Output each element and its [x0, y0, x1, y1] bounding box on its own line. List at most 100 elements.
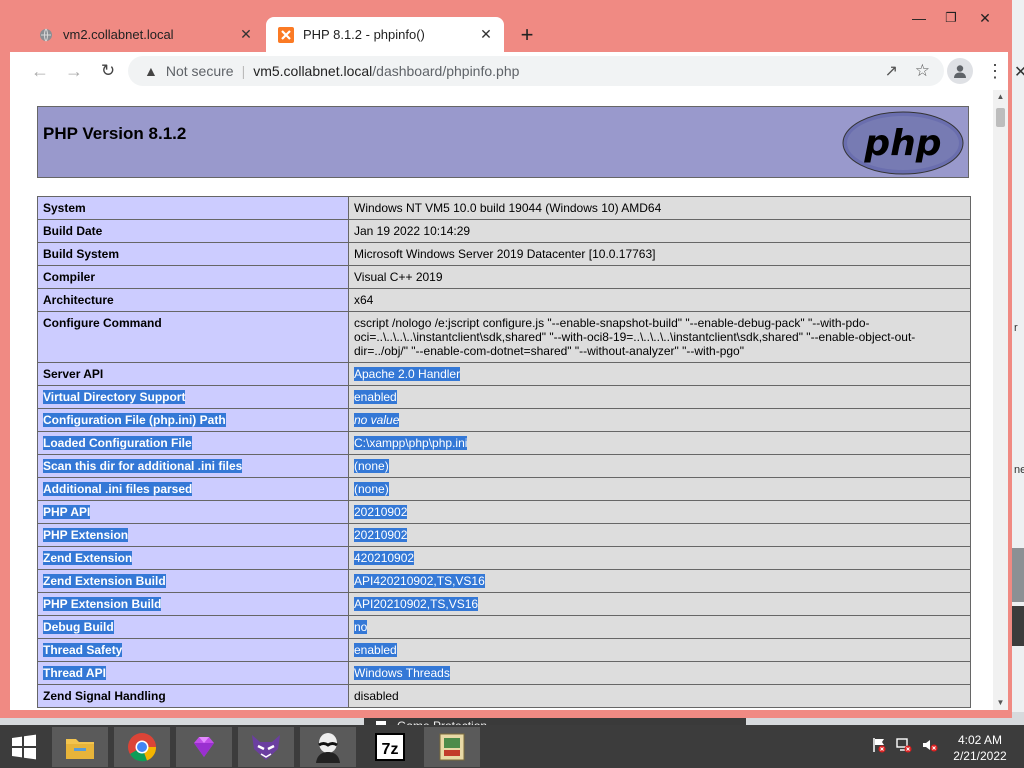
security-label[interactable]: Not secure [166, 63, 234, 79]
table-row: Configure Command cscript /nologo /e:jscr… [37, 311, 971, 363]
row-key-cell: Compiler [37, 265, 349, 289]
table-row: Zend Extension Build API420210902,TS,VS16 [37, 569, 971, 593]
taskbar: 7z 4:02 AM 2/21/2022 [0, 725, 1024, 768]
row-key-cell: Zend Extension Build [37, 569, 349, 593]
row-value-cell: disabled [348, 684, 971, 708]
scrollbar-thumb[interactable] [996, 108, 1005, 127]
minimize-icon[interactable]: — [904, 10, 934, 32]
tab-vm2[interactable]: vm2.collabnet.local ✕ [26, 17, 264, 52]
scroll-up-icon[interactable]: ▲ [993, 90, 1008, 104]
row-key: Zend Signal Handling [43, 689, 166, 703]
table-row: Compiler Visual C++ 2019 [37, 265, 971, 289]
share-icon[interactable]: ↗ [885, 61, 898, 81]
row-key: Debug Build [43, 620, 114, 634]
forward-arrow-icon[interactable]: → [60, 57, 88, 85]
row-value-cell: 420210902 [348, 546, 971, 570]
xampp-control-icon[interactable] [424, 727, 480, 767]
row-value-cell: enabled [348, 638, 971, 662]
tab-close-icon[interactable]: ✕ [236, 25, 256, 45]
row-key-cell: PHP Extension [37, 523, 349, 547]
table-row: Additional .ini files parsed (none) [37, 477, 971, 501]
menu-kebab-icon[interactable]: ⋮ [983, 57, 1007, 85]
clock-time: 4:02 AM [957, 733, 1003, 747]
row-key-cell: Configure Command [37, 311, 349, 363]
row-value: Microsoft Windows Server 2019 Datacenter… [354, 247, 656, 261]
reload-icon[interactable]: ↻ [94, 57, 122, 85]
row-value: Jan 19 2022 10:14:29 [354, 224, 471, 238]
row-key-cell: System [37, 196, 349, 220]
back-arrow-icon[interactable]: ← [26, 57, 54, 85]
new-tab-button[interactable]: + [515, 24, 539, 48]
row-key-cell: Zend Extension [37, 546, 349, 570]
row-key: Additional .ini files parsed [43, 482, 193, 496]
hacker-app-icon[interactable] [300, 727, 356, 767]
scroll-down-icon[interactable]: ▼ [993, 696, 1008, 710]
row-value: Windows Threads [354, 666, 450, 680]
tab-phpinfo[interactable]: PHP 8.1.2 - phpinfo() ✕ [266, 17, 504, 52]
row-value: C:\xampp\php\php.ini [354, 436, 468, 450]
network-icon[interactable] [896, 737, 912, 756]
row-value-cell: x64 [348, 288, 971, 312]
url-text[interactable]: vm5.collabnet.local/dashboard/phpinfo.ph… [253, 63, 519, 79]
row-value: cscript /nologo /e:jscript configure.js … [354, 316, 916, 358]
row-value-cell: Jan 19 2022 10:14:29 [348, 219, 971, 243]
row-value: 20210902 [354, 505, 408, 519]
7zip-icon[interactable]: 7z [362, 727, 418, 767]
url-host: vm5.collabnet.local [253, 63, 373, 79]
warning-icon[interactable]: ▲ [144, 63, 158, 79]
row-key: Loaded Configuration File [43, 436, 192, 450]
volume-muted-icon[interactable] [922, 737, 938, 756]
row-key-cell: Architecture [37, 288, 349, 312]
table-row: Build Date Jan 19 2022 10:14:29 [37, 219, 971, 243]
table-row: Thread API Windows Threads [37, 661, 971, 685]
row-key: Thread Safety [43, 643, 123, 657]
profile-avatar-icon[interactable] [947, 58, 973, 84]
cat-app-icon[interactable] [238, 727, 294, 767]
row-value: Visual C++ 2019 [354, 270, 443, 284]
chrome-icon[interactable] [114, 727, 170, 767]
bookmark-star-icon[interactable]: ☆ [915, 61, 930, 81]
row-value-cell: Windows NT VM5 10.0 build 19044 (Windows… [348, 196, 971, 220]
row-value-cell: no value [348, 408, 971, 432]
row-key-cell: Thread API [37, 661, 349, 685]
php-info-table: System Windows NT VM5 10.0 build 19044 (W… [37, 196, 971, 708]
tab-close-icon[interactable]: ✕ [476, 25, 496, 45]
row-key-cell: Thread Safety [37, 638, 349, 662]
address-bar[interactable]: ▲ Not secure | vm5.collabnet.local/dashb… [128, 56, 944, 86]
browser-window: vm2.collabnet.local ✕ PHP 8.1.2 - phpinf… [0, 0, 1012, 718]
row-key-cell: PHP Extension Build [37, 592, 349, 616]
row-key-cell: Loaded Configuration File [37, 431, 349, 455]
row-value: enabled [354, 643, 397, 657]
file-explorer-icon[interactable] [52, 727, 108, 767]
row-key: Virtual Directory Support [43, 390, 186, 404]
restore-icon[interactable]: ❐ [936, 10, 966, 32]
row-value: no [354, 620, 368, 634]
row-key-cell: Zend Signal Handling [37, 684, 349, 708]
flag-notification-icon[interactable] [872, 737, 886, 756]
row-key: Configuration File (php.ini) Path [43, 413, 226, 427]
vertical-scrollbar[interactable]: ▲ ▼ [993, 90, 1008, 710]
row-value: Apache 2.0 Handler [354, 367, 461, 381]
row-value-cell: API420210902,TS,VS16 [348, 569, 971, 593]
row-value-cell: cscript /nologo /e:jscript configure.js … [348, 311, 971, 363]
taskbar-clock[interactable]: 4:02 AM 2/21/2022 [948, 732, 1012, 764]
row-value-cell: Windows Threads [348, 661, 971, 685]
php-logo-icon: php [842, 111, 964, 175]
table-row: Scan this dir for additional .ini files (… [37, 454, 971, 478]
window-close-icon[interactable]: ✕ [970, 10, 1000, 32]
windows-start-icon[interactable] [10, 733, 38, 761]
system-tray [872, 737, 938, 756]
row-value-cell: (none) [348, 454, 971, 478]
table-row: Build System Microsoft Windows Server 201… [37, 242, 971, 266]
table-row: Server API Apache 2.0 Handler [37, 362, 971, 386]
row-value: enabled [354, 390, 397, 404]
gem-app-icon[interactable] [176, 727, 232, 767]
row-value: 20210902 [354, 528, 408, 542]
table-row: PHP API 20210902 [37, 500, 971, 524]
row-value: API420210902,TS,VS16 [354, 574, 485, 588]
table-row: Debug Build no [37, 615, 971, 639]
row-key-cell: Scan this dir for additional .ini files [37, 454, 349, 478]
svg-text:7z: 7z [382, 741, 399, 758]
row-key: PHP Extension Build [43, 597, 162, 611]
row-key: Architecture [43, 293, 114, 307]
